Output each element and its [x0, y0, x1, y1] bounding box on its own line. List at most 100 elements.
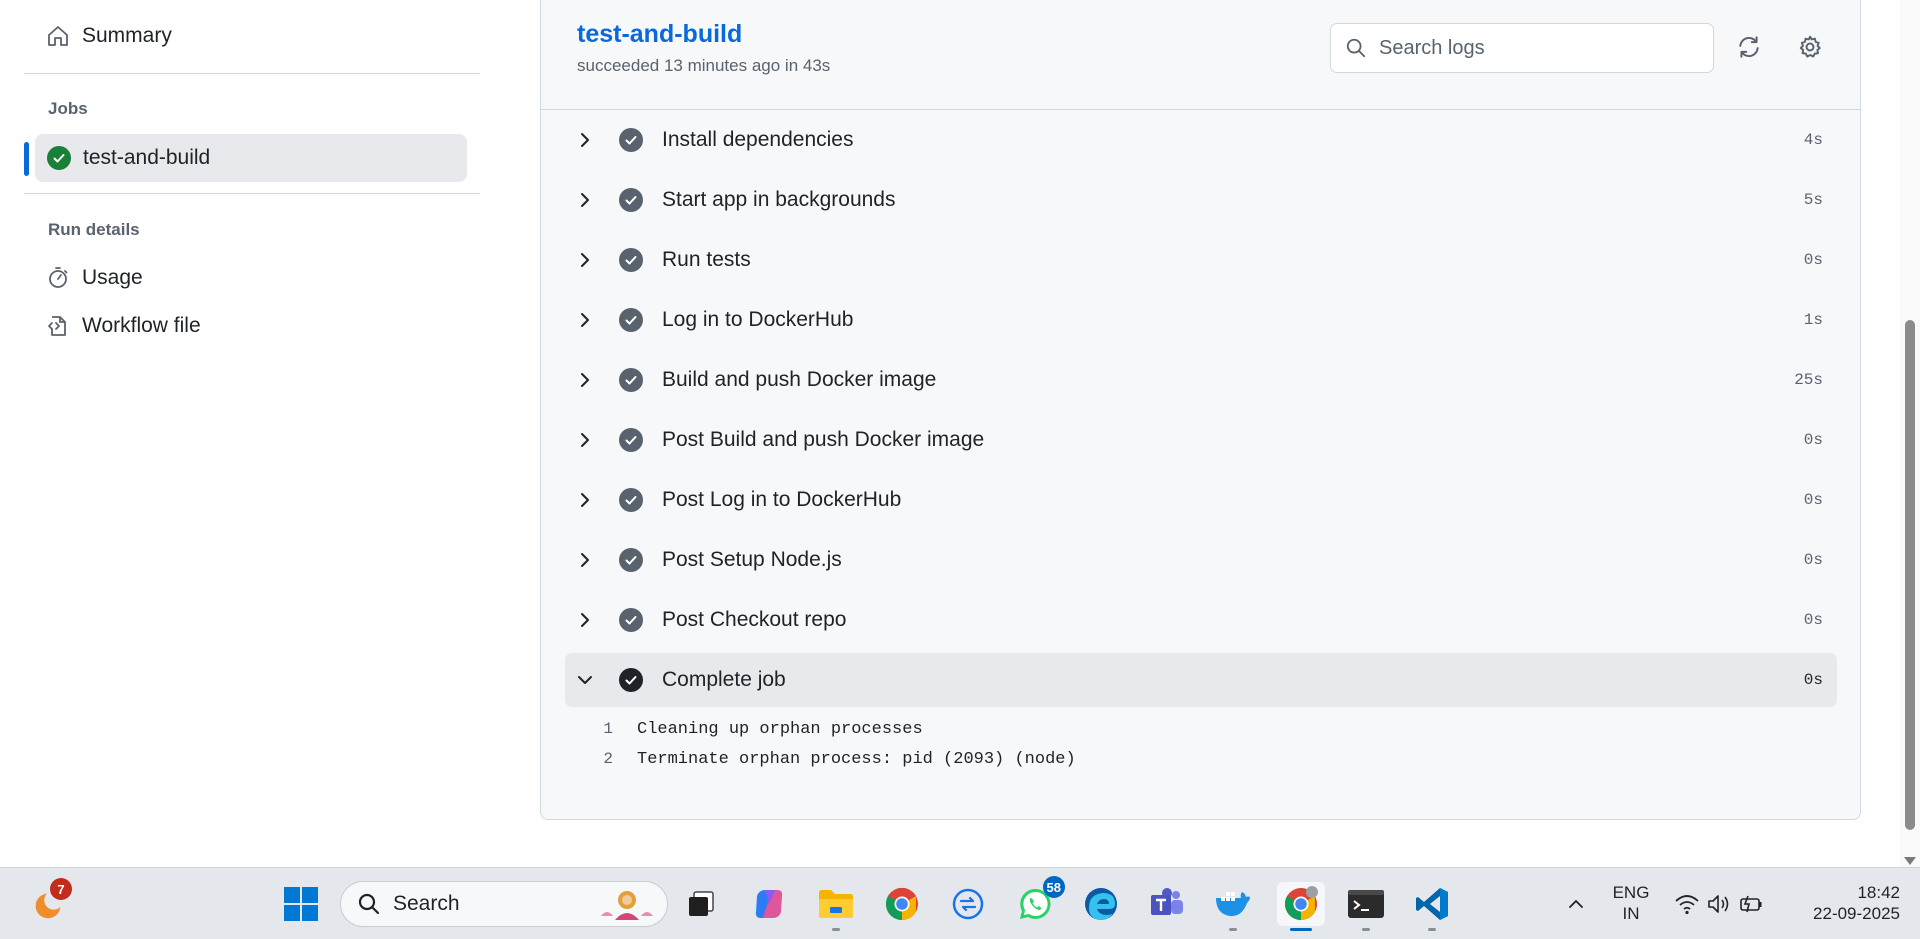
step-success-icon	[619, 188, 643, 212]
file-explorer-button[interactable]	[814, 882, 858, 931]
chevron-right-icon[interactable]	[575, 370, 595, 390]
settings-button[interactable]	[1793, 30, 1827, 64]
log-text: Cleaning up orphan processes	[637, 719, 923, 739]
step-row[interactable]: Install dependencies 4s	[565, 110, 1837, 170]
sidebar-item-label: Workflow file	[82, 314, 201, 337]
search-highlight-icon	[601, 891, 653, 920]
page-scrollbar[interactable]	[1900, 0, 1920, 867]
chevron-right-icon[interactable]	[575, 250, 595, 270]
chrome-icon	[885, 887, 918, 921]
active-indicator	[1290, 928, 1312, 931]
step-row[interactable]: Log in to DockerHub 1s	[565, 290, 1837, 350]
chevron-right-icon[interactable]	[575, 430, 595, 450]
job-status-text: succeeded 13 minutes ago in 43s	[577, 56, 831, 75]
sync-app-button[interactable]	[946, 882, 990, 926]
log-output: 1 Cleaning up orphan processes 2 Terminate …	[565, 714, 1837, 774]
step-success-icon	[619, 128, 643, 152]
step-row[interactable]: Start app in backgrounds 5s	[565, 170, 1837, 230]
step-name: Log in to DockerHub	[662, 308, 854, 331]
vscode-button[interactable]	[1410, 882, 1454, 931]
step-row[interactable]: Complete job 0s	[565, 653, 1837, 707]
chrome-active-button[interactable]	[1277, 882, 1325, 931]
chevron-down-icon[interactable]	[575, 670, 595, 690]
chevron-right-icon[interactable]	[575, 310, 595, 330]
step-success-icon	[619, 488, 643, 512]
scrollbar-thumb[interactable]	[1905, 320, 1915, 830]
docker-button[interactable]	[1211, 882, 1255, 931]
running-indicator	[1229, 928, 1237, 931]
sidebar-item-workflow-file[interactable]: Workflow file	[46, 314, 201, 338]
vscode-icon	[1416, 888, 1448, 920]
sidebar-item-usage[interactable]: Usage	[46, 266, 143, 290]
jobs-heading: Jobs	[48, 99, 88, 118]
step-success-icon	[619, 668, 643, 692]
step-success-icon	[619, 308, 643, 332]
whatsapp-button[interactable]: 58	[1013, 876, 1065, 926]
clock-time: 18:42	[1857, 883, 1900, 902]
step-row[interactable]: Post Log in to DockerHub 0s	[565, 470, 1837, 530]
step-duration: 25s	[1794, 371, 1823, 389]
teams-button[interactable]	[1145, 882, 1189, 926]
search-logs-box[interactable]	[1330, 23, 1714, 73]
quick-settings-button[interactable]	[1664, 882, 1774, 926]
step-name: Run tests	[662, 248, 751, 271]
weather-widget[interactable]: 7	[26, 878, 72, 926]
language-indicator[interactable]: ENG IN	[1606, 882, 1656, 924]
divider	[24, 193, 480, 194]
line-number[interactable]: 2	[565, 750, 637, 768]
step-name: Post Setup Node.js	[662, 548, 842, 571]
weather-badge: 7	[50, 878, 72, 900]
scroll-down-arrow-icon[interactable]	[1904, 857, 1916, 865]
step-name: Post Log in to DockerHub	[662, 488, 902, 511]
start-button[interactable]	[279, 882, 323, 926]
chevron-right-icon[interactable]	[575, 610, 595, 630]
step-duration: 5s	[1803, 191, 1823, 209]
step-duration: 0s	[1803, 671, 1823, 689]
step-row[interactable]: Post Setup Node.js 0s	[565, 530, 1837, 590]
sidebar-item-test-and-build[interactable]: test-and-build	[35, 134, 467, 182]
task-view-button[interactable]	[679, 882, 723, 926]
chrome-profile-icon	[1284, 886, 1318, 921]
refresh-button[interactable]	[1732, 30, 1766, 64]
step-name: Complete job	[662, 668, 786, 691]
browser-page: Summary Jobs test-and-build Run details …	[0, 0, 1920, 867]
line-number[interactable]: 1	[565, 720, 637, 738]
terminal-button[interactable]	[1344, 882, 1388, 931]
chrome-button[interactable]	[880, 882, 924, 926]
show-hidden-icons-button[interactable]	[1554, 882, 1598, 926]
edge-button[interactable]	[1079, 882, 1123, 926]
taskbar-search-label: Search	[393, 892, 460, 915]
step-success-icon	[619, 248, 643, 272]
search-logs-input[interactable]	[1379, 36, 1699, 60]
log-line: 2 Terminate orphan process: pid (2093) (n…	[565, 744, 1837, 774]
battery-charging-icon	[1740, 895, 1762, 913]
step-row[interactable]: Post Build and push Docker image 0s	[565, 410, 1837, 470]
chevron-right-icon[interactable]	[575, 130, 595, 150]
search-icon	[358, 893, 380, 915]
step-duration: 0s	[1803, 551, 1823, 569]
sidebar-item-summary[interactable]: Summary	[46, 24, 172, 48]
step-row[interactable]: Build and push Docker image 25s	[565, 350, 1837, 410]
step-name: Post Build and push Docker image	[662, 428, 985, 451]
step-name: Build and push Docker image	[662, 368, 937, 391]
task-view-icon	[689, 891, 714, 916]
clock-date: 22-09-2025	[1813, 904, 1900, 923]
chevron-right-icon[interactable]	[575, 550, 595, 570]
clock[interactable]: 18:42 22-09-2025	[1790, 882, 1900, 924]
taskbar-search[interactable]: Search	[340, 881, 668, 927]
steps-list: Install dependencies 4s Start app in backg…	[565, 110, 1837, 707]
step-name: Install dependencies	[662, 128, 854, 151]
running-indicator	[832, 928, 840, 931]
job-title[interactable]: test-and-build	[577, 20, 742, 49]
chevron-right-icon[interactable]	[575, 490, 595, 510]
chevron-right-icon[interactable]	[575, 190, 595, 210]
step-row[interactable]: Run tests 0s	[565, 230, 1837, 290]
search-icon	[1346, 38, 1366, 58]
file-code-icon	[48, 316, 66, 336]
copilot-taskbar-button[interactable]	[747, 882, 791, 926]
windows-taskbar: 7 Search 58 ENG IN 18:42 22-09-2025	[0, 867, 1920, 939]
sidebar-item-label: Summary	[82, 24, 172, 47]
docker-icon	[1216, 892, 1250, 917]
step-row[interactable]: Post Checkout repo 0s	[565, 590, 1837, 650]
step-success-icon	[619, 428, 643, 452]
